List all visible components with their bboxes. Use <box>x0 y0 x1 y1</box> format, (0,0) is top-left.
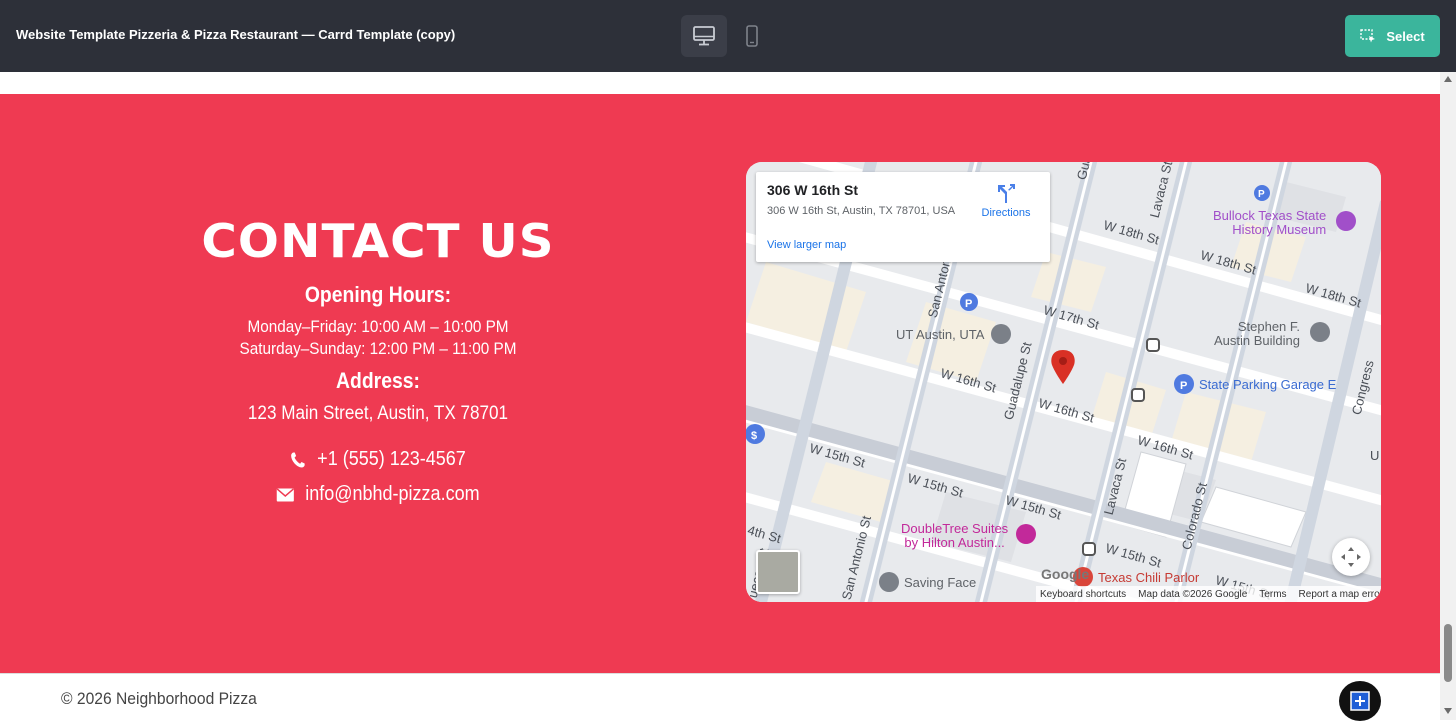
map-label: U <box>1370 448 1380 463</box>
hours-weekend: Saturday–Sunday: 12:00 PM – 11:00 PM <box>239 339 517 358</box>
desktop-view-button[interactable] <box>681 15 727 57</box>
add-box-icon <box>1350 691 1370 711</box>
poi-texas-chili-parlor[interactable]: Texas Chili Parlor <box>1098 570 1199 585</box>
scroll-up-arrow[interactable] <box>1444 76 1452 82</box>
poi-bullock-museum[interactable]: Bullock Texas State History Museum <box>1213 209 1326 237</box>
mobile-icon <box>746 25 758 47</box>
poi-doubletree[interactable]: DoubleTree Suites by Hilton Austin... <box>901 522 1008 550</box>
svg-text:P: P <box>1258 189 1265 200</box>
email-address: info@nbhd-pizza.com <box>305 483 480 505</box>
directions-icon <box>998 184 1015 203</box>
opening-hours-heading: Opening Hours: <box>304 282 452 307</box>
svg-text:P: P <box>965 298 972 310</box>
terms-link[interactable]: Terms <box>1259 589 1286 600</box>
map-place-card: 306 W 16th St 306 W 16th St, Austin, TX … <box>756 172 1050 262</box>
google-map-embed[interactable]: P P P $ Guadalupe St Lavaca St W 18th St… <box>746 162 1381 602</box>
select-label: Select <box>1386 28 1425 44</box>
add-element-button[interactable] <box>1339 681 1381 721</box>
view-larger-map-link[interactable]: View larger map <box>767 239 846 251</box>
move-arrows-icon <box>1341 547 1361 567</box>
phone-number: +1 (555) 123-4567 <box>317 448 466 470</box>
address-text: 123 Main Street, Austin, TX 78701 <box>247 403 509 424</box>
google-logo: Google <box>1041 566 1090 582</box>
poi-saving-face[interactable]: Saving Face <box>904 575 976 590</box>
directions-label: Directions <box>981 207 1031 219</box>
hours-weekday: Monday–Friday: 10:00 AM – 10:00 PM <box>247 317 509 336</box>
map-data-label: Map data ©2026 Google <box>1138 588 1248 600</box>
svg-text:P: P <box>1180 380 1187 392</box>
desktop-icon <box>693 26 715 46</box>
poi-stephen-austin-building[interactable]: Stephen F. Austin Building <box>1214 320 1300 348</box>
page-footer: © 2026 Neighborhood Pizza <box>0 673 1440 721</box>
envelope-icon <box>276 487 294 501</box>
place-address: 306 W 16th St, Austin, TX 78701, USA <box>767 205 956 217</box>
phone-link[interactable]: +1 (555) 123-4567 <box>198 448 558 471</box>
mobile-view-button[interactable] <box>729 15 775 57</box>
document-title: Website Template Pizzeria & Pizza Restau… <box>16 27 456 42</box>
email-link[interactable]: info@nbhd-pizza.com <box>198 483 558 506</box>
copyright-text: © 2026 Neighborhood Pizza <box>61 689 257 708</box>
contact-heading: CONTACT US <box>201 214 555 268</box>
phone-icon <box>291 452 306 467</box>
map-type-toggle[interactable] <box>756 550 800 594</box>
select-icon <box>1360 29 1376 43</box>
address-heading: Address: <box>336 368 420 393</box>
select-button[interactable]: Select <box>1345 15 1440 57</box>
contact-section: CONTACT US Opening Hours: Monday–Friday:… <box>0 94 1440 673</box>
directions-button[interactable]: Directions <box>978 182 1034 219</box>
map-attribution: Keyboard shortcuts Map data ©2026 Google… <box>1036 586 1381 602</box>
scroll-thumb[interactable] <box>1444 624 1452 682</box>
page-top-spacer <box>0 72 1440 94</box>
poi-state-parking[interactable]: State Parking Garage E <box>1199 377 1336 392</box>
report-error-link[interactable]: Report a map error <box>1299 589 1381 600</box>
editor-toolbar: Website Template Pizzeria & Pizza Restau… <box>0 0 1456 72</box>
poi-ut-austin[interactable]: UT Austin, UTA <box>896 327 984 342</box>
contact-info: CONTACT US Opening Hours: Monday–Friday:… <box>178 216 578 506</box>
svg-text:$: $ <box>751 430 757 442</box>
page-scrollbar[interactable] <box>1440 72 1456 720</box>
scroll-down-arrow[interactable] <box>1444 708 1452 714</box>
map-fullscreen-button[interactable] <box>1332 538 1370 576</box>
place-title: 306 W 16th St <box>767 182 859 198</box>
keyboard-shortcuts-link[interactable]: Keyboard shortcuts <box>1040 589 1126 600</box>
